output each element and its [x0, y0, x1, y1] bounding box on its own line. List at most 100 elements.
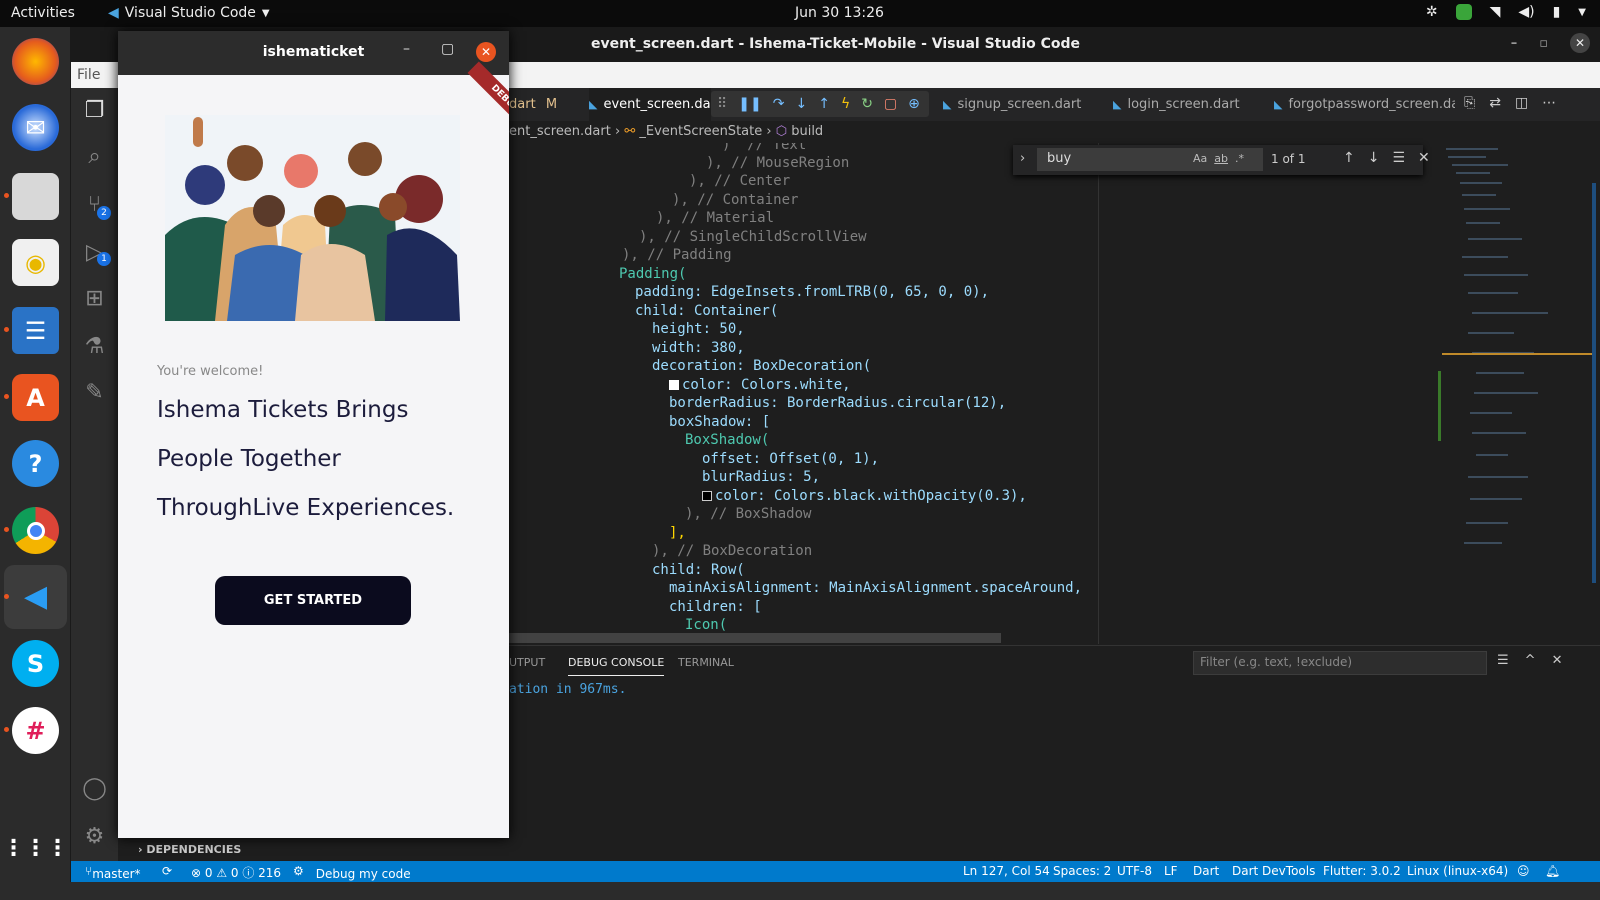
previous-match-icon[interactable]: ↑: [1343, 150, 1355, 166]
help-icon[interactable]: ?: [12, 440, 59, 487]
step-over-icon[interactable]: ↷: [773, 96, 785, 112]
run-debug-icon[interactable]: ▷: [71, 240, 118, 265]
maximize-icon[interactable]: ▢: [441, 41, 454, 57]
skype-icon[interactable]: S: [12, 640, 59, 687]
tab-forgotpassword-screen[interactable]: ◣ forgotpassword_screen.dart: [1274, 88, 1455, 121]
minimap[interactable]: [1438, 143, 1600, 644]
vscode-dock-icon[interactable]: ◀: [12, 573, 59, 620]
step-into-icon[interactable]: ↓: [795, 96, 807, 112]
code-line: ],: [669, 525, 686, 541]
match-word-toggle[interactable]: ab: [1214, 152, 1228, 165]
drag-handle-icon[interactable]: ⠿: [717, 96, 727, 112]
explorer-icon[interactable]: ❐: [71, 98, 118, 123]
stop-icon[interactable]: ▢: [884, 96, 897, 112]
desktop-edge: [0, 882, 1600, 900]
find-in-selection-icon[interactable]: ☰: [1392, 150, 1405, 166]
compare-icon[interactable]: ⇄: [1489, 95, 1501, 111]
search-icon[interactable]: ⌕: [71, 144, 118, 169]
breadcrumb-file[interactable]: ent_screen.dart: [509, 124, 611, 139]
match-case-toggle[interactable]: Aa: [1193, 152, 1207, 165]
inspect-icon[interactable]: ⊕: [908, 96, 920, 112]
code-line: BoxShadow(: [685, 432, 770, 448]
files-icon[interactable]: [12, 173, 59, 220]
thunderbird-icon[interactable]: ✉: [12, 104, 59, 151]
show-apps-icon[interactable]: ⋮⋮⋮: [3, 825, 69, 872]
close-icon[interactable]: ✕: [476, 42, 496, 62]
devtools-status[interactable]: Dart DevTools: [1232, 864, 1315, 878]
account-icon[interactable]: ◯: [71, 776, 118, 801]
close-icon[interactable]: ✕: [1418, 150, 1430, 166]
extensions-icon[interactable]: ⊞: [71, 286, 118, 311]
gear-icon[interactable]: ⚙: [71, 824, 118, 849]
clock[interactable]: Jun 30 13:26: [795, 5, 884, 21]
chrome-icon[interactable]: [12, 507, 59, 554]
tab-output[interactable]: UTPUT: [509, 656, 545, 669]
split-editor-icon[interactable]: ◫: [1515, 95, 1528, 111]
notifications-icon[interactable]: 🔔︎: [1545, 864, 1560, 878]
tab-signup-screen[interactable]: ◣ signup_screen.dart: [943, 88, 1081, 121]
wifi-icon[interactable]: ◥: [1490, 4, 1501, 20]
minimize-icon[interactable]: –: [1511, 36, 1518, 51]
activities-button[interactable]: Activities: [11, 5, 75, 21]
tab-login-screen[interactable]: ◣ login_screen.dart: [1113, 88, 1240, 121]
menu-file[interactable]: File: [77, 67, 100, 83]
slack-icon[interactable]: #: [12, 707, 59, 754]
language-status[interactable]: Dart: [1193, 864, 1219, 878]
tab-debug-console[interactable]: DEBUG CONSOLE: [568, 656, 665, 676]
debug-toolbar: ⠿ ❚❚ ↷ ↓ ↑ ϟ ↻ ▢ ⊕: [711, 91, 929, 117]
libreoffice-writer-icon[interactable]: ☰: [12, 307, 59, 354]
flutter-version-status[interactable]: Flutter: 3.0.2: [1323, 864, 1401, 878]
sync-icon[interactable]: ⟳: [162, 864, 172, 878]
restart-icon[interactable]: ↻: [861, 96, 873, 112]
breadcrumb-class[interactable]: _EventScreenState: [639, 124, 762, 139]
toggle-replace-icon[interactable]: ›: [1020, 151, 1025, 166]
shield-icon[interactable]: [1455, 4, 1472, 20]
breadcrumb-method[interactable]: build: [791, 124, 823, 139]
debug-status[interactable]: ⚙ Debug my code: [293, 864, 411, 881]
horizontal-scrollbar[interactable]: [509, 633, 1001, 643]
step-out-icon[interactable]: ↑: [818, 96, 830, 112]
get-started-button[interactable]: GET STARTED: [215, 576, 411, 625]
indentation-status[interactable]: Spaces: 2: [1053, 864, 1111, 878]
device-status[interactable]: Linux (linux-x64): [1407, 864, 1508, 878]
encoding-status[interactable]: UTF-8: [1117, 864, 1152, 878]
network-icon[interactable]: ✲: [1426, 4, 1438, 20]
next-match-icon[interactable]: ↓: [1368, 150, 1380, 166]
rhythmbox-icon[interactable]: ◉: [12, 239, 59, 286]
code-editor[interactable]: ) // Text ), // MouseRegion ), // Center…: [509, 143, 1438, 644]
system-tray[interactable]: ✲ ◥ ◀) ▮ ▼: [1426, 4, 1586, 20]
hot-reload-icon[interactable]: ϟ: [841, 96, 850, 112]
battery-icon[interactable]: ▮: [1553, 4, 1561, 20]
console-filter-input[interactable]: Filter (e.g. text, !exclude): [1193, 651, 1487, 675]
chevron-down-icon[interactable]: ▼: [1578, 7, 1586, 18]
app-menu[interactable]: ◀ Visual Studio Code ▼: [108, 5, 270, 21]
open-changes-icon[interactable]: ⎘: [1464, 95, 1475, 111]
tab-terminal[interactable]: TERMINAL: [678, 656, 734, 669]
problems-status[interactable]: ⊗ 0 ⚠ 0 ⓘ 216: [191, 864, 281, 881]
cursor-position[interactable]: Ln 127, Col 54: [963, 864, 1050, 878]
eol-status[interactable]: LF: [1164, 864, 1178, 878]
testing-icon[interactable]: ⚗: [71, 334, 118, 359]
branch-status[interactable]: ⑂ master*: [85, 864, 141, 881]
pause-icon[interactable]: ❚❚: [738, 96, 761, 112]
firefox-icon[interactable]: [12, 38, 59, 85]
feedback-icon[interactable]: ☺: [1517, 864, 1530, 878]
code-line: decoration: BoxDecoration(: [652, 358, 872, 374]
software-center-icon[interactable]: A: [12, 374, 59, 421]
close-icon[interactable]: ✕: [1570, 33, 1590, 53]
tab-dart[interactable]: dart M: [509, 88, 557, 121]
people-illustration: [165, 115, 460, 321]
clear-console-icon[interactable]: ☰: [1497, 653, 1509, 668]
more-actions-icon[interactable]: ⋯: [1542, 95, 1556, 111]
close-icon[interactable]: ✕: [1552, 653, 1563, 668]
maximize-panel-icon[interactable]: ^: [1525, 653, 1536, 668]
tab-event-screen[interactable]: ◣ event_screen.dar: [589, 88, 711, 121]
minimize-icon[interactable]: –: [403, 41, 410, 57]
regex-toggle[interactable]: .*: [1235, 152, 1244, 165]
restore-icon[interactable]: ▫: [1539, 36, 1548, 51]
flutter-icon[interactable]: ✎: [71, 380, 118, 405]
dart-file-icon: ◣: [589, 98, 598, 111]
code-line: color: Colors.black.withOpacity(0.3),: [702, 488, 1027, 507]
volume-icon[interactable]: ◀): [1518, 4, 1534, 20]
dependencies-section[interactable]: › DEPENDENCIES: [138, 843, 241, 856]
